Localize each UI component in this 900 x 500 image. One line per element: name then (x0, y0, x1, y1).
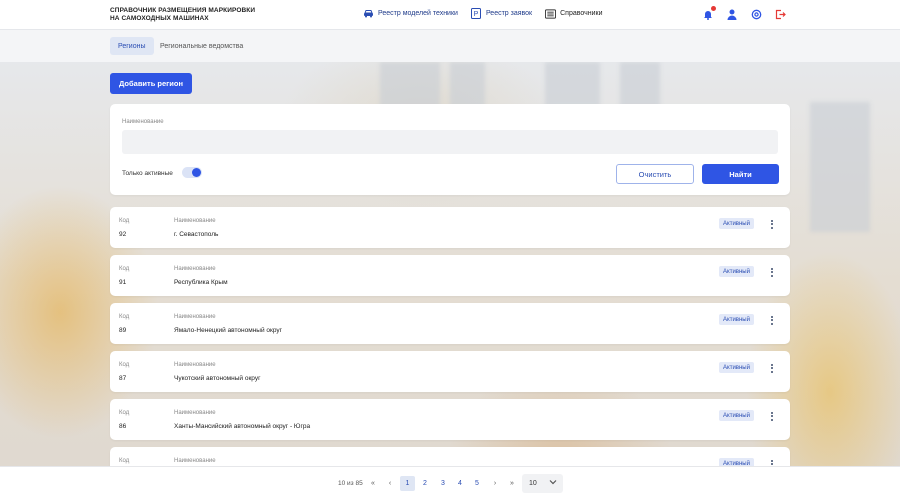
app-title[interactable]: СПРАВОЧНИК РАЗМЕЩЕНИЯ МАРКИРОВКИ НА САМО… (110, 7, 255, 22)
status-badge: Активный (719, 362, 754, 373)
last-page-button[interactable]: » (505, 476, 519, 491)
page-button[interactable]: 2 (418, 476, 432, 491)
bell-icon[interactable] (702, 6, 716, 20)
status-badge: Активный (719, 266, 754, 277)
tab-regional-agencies[interactable]: Региональные ведомства (152, 37, 251, 55)
name-label: Наименование (174, 410, 216, 416)
region-code: 91 (119, 279, 127, 286)
region-code: 89 (119, 327, 127, 334)
region-code: 92 (119, 231, 127, 238)
status-badge: Активный (719, 314, 754, 325)
more-menu-icon[interactable] (765, 217, 779, 231)
chevron-down-icon (549, 479, 557, 487)
region-name: Чукотский автономный округ (174, 375, 261, 382)
page-button[interactable]: 3 (436, 476, 450, 491)
main-nav: Реестр моделей техники P Реестр заявок С… (363, 8, 603, 19)
next-page-button[interactable]: › (488, 476, 502, 491)
document-p-icon: P (471, 8, 482, 19)
more-menu-icon[interactable] (765, 361, 779, 375)
svg-text:P: P (474, 11, 479, 18)
list-icon (545, 8, 557, 19)
name-label: Наименование (174, 218, 216, 224)
region-row[interactable]: Код 86 Наименование Ханты-Мансийский авт… (110, 399, 790, 440)
code-label: Код (119, 458, 130, 464)
region-name: Ямало-Ненецкий автономный округ (174, 327, 283, 334)
name-filter-input[interactable] (122, 130, 778, 154)
app-title-line2: НА САМОХОДНЫХ МАШИНАХ (110, 14, 209, 22)
code-label: Код (119, 266, 130, 272)
page-button[interactable]: 5 (470, 476, 484, 491)
nav-directories[interactable]: Справочники (545, 8, 603, 19)
code-label: Код (119, 314, 130, 320)
region-row[interactable]: Код 87 Наименование Чукотский автономный… (110, 351, 790, 392)
page-button[interactable]: 1 (400, 476, 415, 491)
notification-dot (711, 6, 716, 11)
pagination-bar: 10 из 85 « ‹ 1 2 3 4 5 › » 10 (0, 466, 900, 500)
first-page-button[interactable]: « (366, 476, 380, 491)
name-filter-label: Наименование (122, 119, 164, 125)
prev-page-button[interactable]: ‹ (383, 476, 397, 491)
code-label: Код (119, 362, 130, 368)
code-label: Код (119, 410, 130, 416)
region-row[interactable]: Код 91 Наименование Республика Крым Акти… (110, 255, 790, 296)
active-only-label: Только активные (122, 170, 173, 177)
pagination-info: 10 из 85 (338, 480, 363, 487)
find-button[interactable]: Найти (702, 164, 779, 184)
more-menu-icon[interactable] (765, 409, 779, 423)
active-only-toggle[interactable] (182, 167, 202, 178)
nav-requests-label: Реестр заявок (485, 10, 533, 17)
filter-panel: Наименование Только активные Очистить На… (110, 104, 790, 195)
name-label: Наименование (174, 362, 216, 368)
status-badge: Активный (719, 410, 754, 421)
code-label: Код (119, 218, 130, 224)
app-header: СПРАВОЧНИК РАЗМЕЩЕНИЯ МАРКИРОВКИ НА САМО… (0, 0, 900, 30)
app-title-line1: СПРАВОЧНИК РАЗМЕЩЕНИЯ МАРКИРОВКИ (110, 7, 256, 14)
name-label: Наименование (174, 266, 216, 272)
nav-requests-registry[interactable]: P Реестр заявок (471, 8, 532, 19)
status-badge: Активный (719, 218, 754, 229)
region-row[interactable]: Код 92 Наименование г. Севастополь Актив… (110, 207, 790, 248)
add-region-button[interactable]: Добавить регион (110, 73, 193, 94)
page-button[interactable]: 4 (453, 476, 467, 491)
toggle-knob (192, 168, 201, 177)
name-label: Наименование (174, 458, 216, 464)
nav-directories-label: Справочники (560, 10, 603, 17)
region-code: 87 (119, 375, 127, 382)
settings-icon[interactable] (750, 8, 762, 20)
more-menu-icon[interactable] (765, 313, 779, 327)
nav-models-label: Реестр моделей техники (378, 10, 458, 17)
region-code: 86 (119, 423, 127, 430)
region-name: г. Севастополь (174, 231, 219, 238)
user-icon[interactable] (726, 8, 738, 20)
tab-strip: Регионы Региональные ведомства (0, 30, 900, 62)
car-icon (363, 8, 374, 19)
region-row[interactable]: Код 89 Наименование Ямало-Ненецкий автон… (110, 303, 790, 344)
header-actions (702, 6, 786, 20)
clear-button[interactable]: Очистить (616, 164, 694, 184)
name-label: Наименование (174, 314, 216, 320)
more-menu-icon[interactable] (765, 265, 779, 279)
page-size-value: 10 (529, 480, 537, 487)
tab-regions[interactable]: Регионы (110, 37, 154, 55)
page-size-select[interactable]: 10 (522, 474, 563, 493)
region-name: Ханты-Мансийский автономный округ - Югра (174, 423, 311, 430)
nav-models-registry[interactable]: Реестр моделей техники (363, 8, 458, 19)
region-name: Республика Крым (174, 279, 228, 286)
logout-icon[interactable] (774, 8, 786, 20)
